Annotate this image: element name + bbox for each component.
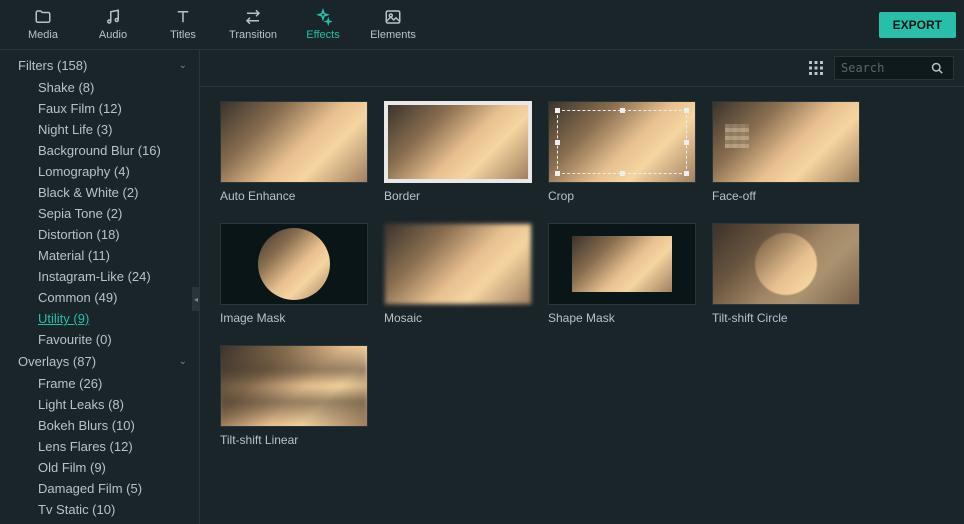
effect-thumbnail bbox=[712, 223, 860, 305]
sidebar-subitem[interactable]: Black & White (2) bbox=[0, 182, 199, 203]
sidebar-subitem[interactable]: Lomography (4) bbox=[0, 161, 199, 182]
top-toolbar: Media Audio Titles Transition Effects Element… bbox=[0, 0, 964, 50]
sidebar-subitem[interactable]: View Finder (7) bbox=[0, 520, 199, 524]
effect-label: Auto Enhance bbox=[220, 189, 368, 203]
sidebar-subitem[interactable]: Night Life (3) bbox=[0, 119, 199, 140]
tool-label: Audio bbox=[99, 29, 127, 41]
effect-item[interactable]: Face-off bbox=[712, 101, 860, 203]
sidebar-subitem[interactable]: Background Blur (16) bbox=[0, 140, 199, 161]
sidebar-subitem[interactable]: Bokeh Blurs (10) bbox=[0, 415, 199, 436]
tool-label: Elements bbox=[370, 29, 416, 41]
sidebar-subitem[interactable]: Shake (8) bbox=[0, 77, 199, 98]
effect-item[interactable]: Tilt-shift Linear bbox=[220, 345, 368, 447]
effect-label: Tilt-shift Circle bbox=[712, 311, 860, 325]
image-icon bbox=[384, 8, 402, 26]
sparkle-icon bbox=[314, 8, 332, 26]
effect-label: Border bbox=[384, 189, 532, 203]
sidebar-subitem[interactable]: Utility (9) bbox=[0, 308, 199, 329]
sidebar-subitem[interactable]: Material (11) bbox=[0, 245, 199, 266]
search-field[interactable] bbox=[834, 56, 954, 80]
effect-thumbnail bbox=[384, 223, 532, 305]
effect-thumbnail bbox=[548, 101, 696, 183]
effect-label: Image Mask bbox=[220, 311, 368, 325]
effect-item[interactable]: Mosaic bbox=[384, 223, 532, 325]
tool-titles[interactable]: Titles bbox=[148, 0, 218, 50]
effect-item[interactable]: Shape Mask bbox=[548, 223, 696, 325]
sidebar-subitem[interactable]: Faux Film (12) bbox=[0, 98, 199, 119]
effect-thumbnail bbox=[712, 101, 860, 183]
category-header[interactable]: Filters (158) ⌄ bbox=[0, 54, 199, 77]
swap-icon bbox=[244, 8, 262, 26]
effect-label: Tilt-shift Linear bbox=[220, 433, 368, 447]
effect-thumbnail bbox=[220, 223, 368, 305]
effect-thumbnail bbox=[220, 345, 368, 427]
sidebar: Filters (158) ⌄ Shake (8)Faux Film (12)Nig… bbox=[0, 50, 200, 524]
effect-thumbnail bbox=[384, 101, 532, 183]
text-icon bbox=[174, 8, 192, 26]
effect-item[interactable]: Auto Enhance bbox=[220, 101, 368, 203]
effects-grid: Auto Enhance Border Crop Face-off Image Mask… bbox=[200, 87, 964, 524]
search-icon bbox=[931, 62, 943, 74]
chevron-down-icon: ⌄ bbox=[179, 60, 187, 71]
sidebar-subitem[interactable]: Sepia Tone (2) bbox=[0, 203, 199, 224]
sidebar-subitem[interactable]: Favourite (0) bbox=[0, 329, 199, 350]
sidebar-subitem[interactable]: Common (49) bbox=[0, 287, 199, 308]
tool-label: Effects bbox=[306, 29, 339, 41]
category-label: Overlays (87) bbox=[18, 354, 96, 369]
tool-audio[interactable]: Audio bbox=[78, 0, 148, 50]
effect-label: Mosaic bbox=[384, 311, 532, 325]
effect-thumbnail bbox=[548, 223, 696, 305]
sidebar-subitem[interactable]: Distortion (18) bbox=[0, 224, 199, 245]
sidebar-subitem[interactable]: Lens Flares (12) bbox=[0, 436, 199, 457]
effect-item[interactable]: Image Mask bbox=[220, 223, 368, 325]
tool-label: Titles bbox=[170, 29, 196, 41]
folder-icon bbox=[34, 8, 52, 26]
effect-item[interactable]: Crop bbox=[548, 101, 696, 203]
sidebar-subitem[interactable]: Instagram-Like (24) bbox=[0, 266, 199, 287]
sidebar-subitem[interactable]: Light Leaks (8) bbox=[0, 394, 199, 415]
effect-label: Crop bbox=[548, 189, 696, 203]
grid-view-icon[interactable] bbox=[808, 60, 824, 76]
search-input[interactable] bbox=[841, 61, 931, 75]
effect-thumbnail bbox=[220, 101, 368, 183]
category-label: Filters (158) bbox=[18, 58, 87, 73]
tool-transition[interactable]: Transition bbox=[218, 0, 288, 50]
effect-item[interactable]: Border bbox=[384, 101, 532, 203]
tool-label: Transition bbox=[229, 29, 277, 41]
effect-label: Shape Mask bbox=[548, 311, 696, 325]
tool-label: Media bbox=[28, 29, 58, 41]
sidebar-subitem[interactable]: Tv Static (10) bbox=[0, 499, 199, 520]
tool-media[interactable]: Media bbox=[8, 0, 78, 50]
export-button[interactable]: EXPORT bbox=[879, 12, 956, 38]
sidebar-subitem[interactable]: Damaged Film (5) bbox=[0, 478, 199, 499]
content-header bbox=[200, 50, 964, 87]
tool-elements[interactable]: Elements bbox=[358, 0, 428, 50]
tool-effects[interactable]: Effects bbox=[288, 0, 358, 50]
effect-label: Face-off bbox=[712, 189, 860, 203]
main-area: Filters (158) ⌄ Shake (8)Faux Film (12)Nig… bbox=[0, 50, 964, 524]
category-header[interactable]: Overlays (87) ⌄ bbox=[0, 350, 199, 373]
effect-item[interactable]: Tilt-shift Circle bbox=[712, 223, 860, 325]
sidebar-subitem[interactable]: Frame (26) bbox=[0, 373, 199, 394]
chevron-down-icon: ⌄ bbox=[179, 356, 187, 367]
sidebar-collapse-handle[interactable]: ◂ bbox=[192, 287, 200, 311]
music-icon bbox=[104, 8, 122, 26]
sidebar-subitem[interactable]: Old Film (9) bbox=[0, 457, 199, 478]
content-panel: Auto Enhance Border Crop Face-off Image Mask… bbox=[200, 50, 964, 524]
